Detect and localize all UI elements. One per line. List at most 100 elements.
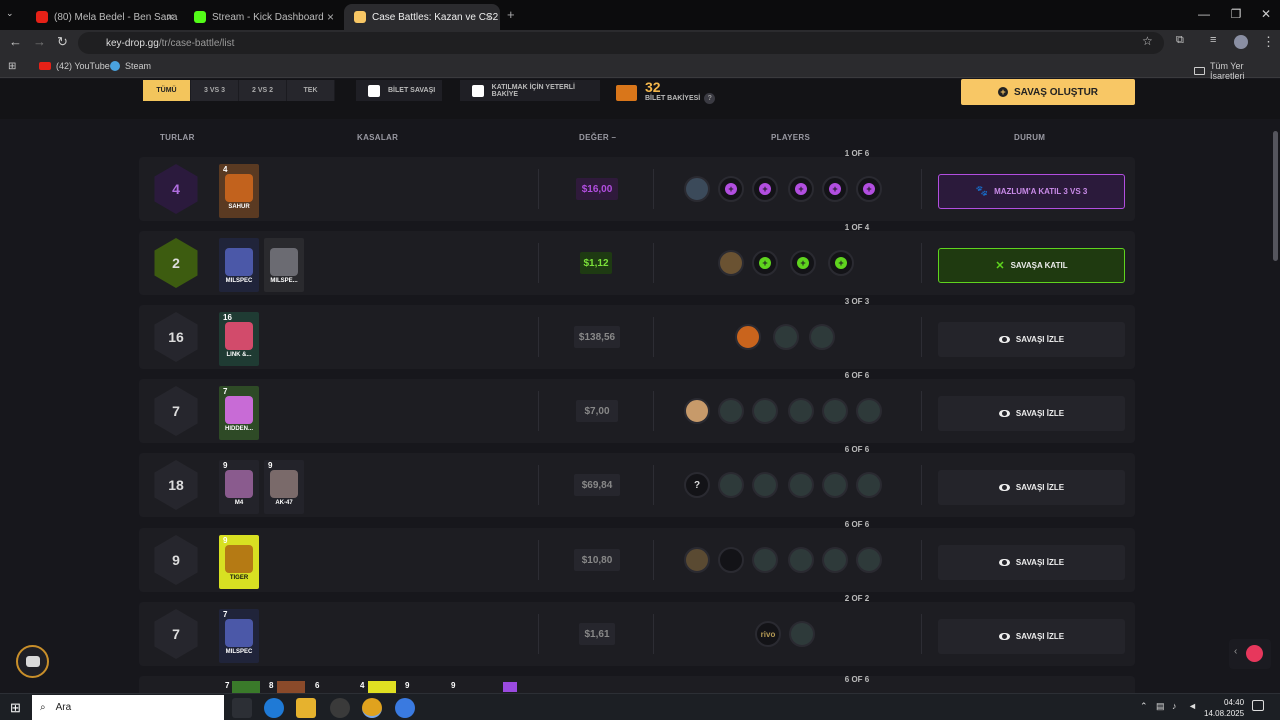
join-battle-button[interactable]: ✕ SAVAŞA KATIL xyxy=(938,248,1125,283)
join-slot[interactable]: + xyxy=(790,250,816,276)
player-avatar[interactable] xyxy=(822,547,848,573)
live-widget[interactable]: ‹ xyxy=(1229,639,1271,669)
clock[interactable]: 04:40 14.08.2025 xyxy=(1204,697,1244,719)
bookmark-youtube[interactable]: (42) YouTube xyxy=(39,61,110,71)
header-value[interactable]: DEĞER – xyxy=(579,133,616,142)
join-slot[interactable]: + xyxy=(822,176,848,202)
player-avatar[interactable] xyxy=(684,176,710,202)
app-icon[interactable] xyxy=(330,698,350,718)
task-view-icon[interactable] xyxy=(232,698,252,718)
watch-battle-button[interactable]: SAVAŞI İZLE xyxy=(938,545,1125,580)
minimize-icon[interactable]: — xyxy=(1188,0,1220,28)
player-avatar[interactable] xyxy=(752,472,778,498)
extensions-icon[interactable]: ⧉ xyxy=(1176,34,1184,47)
reload-icon[interactable]: ↻ xyxy=(57,34,68,50)
apps-icon[interactable]: ⊞ xyxy=(8,61,16,72)
unknown-player-avatar[interactable]: ? xyxy=(684,472,710,498)
taskbar-search[interactable]: ⌕ Ara xyxy=(32,695,224,720)
player-avatar[interactable] xyxy=(752,547,778,573)
join-3v3-button[interactable]: 🐾 MAZLUM'A KATIL 3 VS 3 xyxy=(938,174,1125,209)
player-avatar[interactable] xyxy=(788,472,814,498)
edge-icon[interactable] xyxy=(264,698,284,718)
bookmark-steam[interactable]: Steam xyxy=(110,61,151,71)
player-avatar[interactable] xyxy=(809,324,835,350)
network-icon[interactable]: ▤ xyxy=(1156,701,1165,712)
tab-kick[interactable]: Stream - Kick Dashboard × xyxy=(184,4,342,30)
join-slot[interactable]: + xyxy=(856,176,882,202)
player-avatar[interactable] xyxy=(822,398,848,424)
player-avatar[interactable] xyxy=(856,472,882,498)
case-card[interactable]: MILSPEC xyxy=(219,238,259,292)
chrome-icon[interactable] xyxy=(362,698,382,718)
help-icon[interactable]: ? xyxy=(704,93,716,104)
player-avatar[interactable] xyxy=(789,621,815,647)
case-card[interactable]: 9 TIGER xyxy=(219,535,259,589)
close-icon[interactable]: × xyxy=(485,10,492,24)
watch-battle-button[interactable]: SAVAŞI İZLE xyxy=(938,619,1125,654)
player-avatar[interactable] xyxy=(718,472,744,498)
create-battle-button[interactable]: + SAVAŞ OLUŞTUR xyxy=(961,79,1135,105)
profile-avatar[interactable] xyxy=(1234,35,1248,49)
player-avatar[interactable] xyxy=(856,547,882,573)
player-avatar[interactable] xyxy=(752,398,778,424)
player-avatar[interactable] xyxy=(718,547,744,573)
player-avatar[interactable] xyxy=(684,547,710,573)
tray-chevron-icon[interactable]: ⌃ xyxy=(1140,701,1148,712)
join-slot[interactable]: + xyxy=(752,250,778,276)
checkbox[interactable] xyxy=(368,84,380,97)
case-card[interactable]: 9 M4 xyxy=(219,460,259,514)
windows-start-icon[interactable]: ⊞ xyxy=(10,700,21,716)
battle-row[interactable]: 7 7 HIDDEN... $7,00 6 OF 6 SAVAŞI İZLE xyxy=(139,371,1135,443)
watch-battle-button[interactable]: SAVAŞI İZLE xyxy=(938,322,1125,357)
checkbox[interactable] xyxy=(472,84,484,97)
player-avatar[interactable] xyxy=(735,324,761,350)
player-avatar[interactable] xyxy=(718,250,744,276)
volume-icon[interactable]: ♪ xyxy=(1172,701,1177,711)
new-tab-icon[interactable]: + xyxy=(507,7,515,22)
mode-3v3[interactable]: 3 VS 3 xyxy=(191,80,239,101)
player-avatar[interactable] xyxy=(773,324,799,350)
enough-balance-toggle[interactable]: KATILMAK İÇİN YETERLİ BAKİYE xyxy=(460,80,600,101)
case-card[interactable]: 7 MILSPEC xyxy=(219,609,259,663)
forward-icon[interactable]: → xyxy=(33,34,46,49)
media-icon[interactable]: ≡ xyxy=(1210,34,1216,46)
player-avatar[interactable] xyxy=(822,472,848,498)
join-slot[interactable]: + xyxy=(788,176,814,202)
case-card[interactable]: MILSPE... xyxy=(264,238,304,292)
case-card[interactable]: 7 HIDDEN... xyxy=(219,386,259,440)
battle-row[interactable]: 4 4 SAHUR $16,00 1 OF 6 + + + + + 🐾 MAZL… xyxy=(139,149,1135,221)
player-avatar[interactable] xyxy=(788,398,814,424)
menu-icon[interactable]: ⋮ xyxy=(1262,34,1275,50)
tab-search-icon[interactable]: ⌄ xyxy=(6,8,14,19)
battle-row[interactable]: 18 9 M4 9 AK-47 $69,84 6 OF 6 ? SAVAŞI İ… xyxy=(139,445,1135,517)
battle-row[interactable]: 7 7 MILSPEC $1,61 2 OF 2 rivo SAVAŞI İZL… xyxy=(139,594,1135,666)
speaker-icon[interactable]: ◄ xyxy=(1188,701,1197,711)
watch-battle-button[interactable]: SAVAŞI İZLE xyxy=(938,470,1125,505)
case-card[interactable]: 9 AK-47 xyxy=(264,460,304,514)
close-icon[interactable]: × xyxy=(167,10,174,24)
player-avatar[interactable] xyxy=(718,398,744,424)
join-slot[interactable]: + xyxy=(828,250,854,276)
chevron-left-icon[interactable]: ‹ xyxy=(1234,646,1237,657)
mode-solo[interactable]: TEK xyxy=(287,80,335,101)
mode-all[interactable]: TÜMÜ xyxy=(143,80,191,101)
player-avatar[interactable] xyxy=(788,547,814,573)
app-icon[interactable] xyxy=(395,698,415,718)
battle-row[interactable]: 9 9 TIGER $10,80 6 OF 6 SAVAŞI İZLE xyxy=(139,520,1135,592)
close-window-icon[interactable]: ✕ xyxy=(1250,0,1280,28)
player-avatar[interactable] xyxy=(684,398,710,424)
star-icon[interactable]: ☆ xyxy=(1142,34,1153,48)
restore-icon[interactable]: ❐ xyxy=(1220,0,1252,28)
all-bookmarks[interactable]: Tüm Yer İşaretleri xyxy=(1194,61,1280,81)
player-avatar[interactable]: rivo xyxy=(755,621,781,647)
chat-button[interactable] xyxy=(16,645,49,678)
player-avatar[interactable] xyxy=(856,398,882,424)
file-explorer-icon[interactable] xyxy=(296,698,316,718)
battle-row[interactable]: 2 MILSPEC MILSPE... $1,12 1 OF 4 + + + ✕… xyxy=(139,223,1135,295)
scrollbar[interactable] xyxy=(1273,131,1278,261)
join-slot[interactable]: + xyxy=(718,176,744,202)
case-card[interactable]: 16 LINK &... xyxy=(219,312,259,366)
back-icon[interactable]: ← xyxy=(9,34,22,49)
ticket-battle-toggle[interactable]: BİLET SAVAŞI xyxy=(356,80,442,101)
join-slot[interactable]: + xyxy=(752,176,778,202)
